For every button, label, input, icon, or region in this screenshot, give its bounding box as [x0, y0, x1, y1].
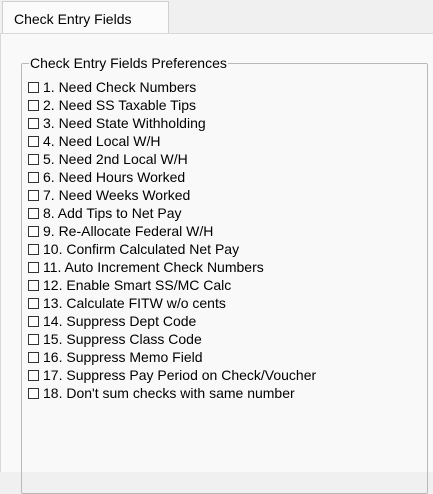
preference-item[interactable]: 7. Need Weeks Worked — [28, 186, 316, 204]
preferences-list: 1. Need Check Numbers 2. Need SS Taxable … — [28, 78, 316, 402]
preferences-group: Check Entry Fields Preferences 1. Need C… — [21, 54, 428, 494]
preference-label[interactable]: 8. Add Tips to Net Pay — [43, 204, 182, 222]
preference-item[interactable]: 6. Need Hours Worked — [28, 168, 316, 186]
preference-item[interactable]: 13. Calculate FITW w/o cents — [28, 294, 316, 312]
preference-checkbox[interactable] — [28, 297, 39, 309]
preference-checkbox[interactable] — [28, 279, 39, 291]
preference-label[interactable]: 13. Calculate FITW w/o cents — [43, 294, 226, 312]
preference-checkbox[interactable] — [28, 153, 39, 165]
preference-item[interactable]: 3. Need State Withholding — [28, 114, 316, 132]
preference-item[interactable]: 16. Suppress Memo Field — [28, 348, 316, 366]
preference-label[interactable]: 1. Need Check Numbers — [43, 78, 196, 96]
preference-label[interactable]: 15. Suppress Class Code — [43, 330, 202, 348]
preference-item[interactable]: 12. Enable Smart SS/MC Calc — [28, 276, 316, 294]
preference-item[interactable]: 14. Suppress Dept Code — [28, 312, 316, 330]
preference-checkbox[interactable] — [28, 117, 39, 129]
preference-item[interactable]: 1. Need Check Numbers — [28, 78, 316, 96]
preference-checkbox[interactable] — [28, 207, 39, 219]
preference-item[interactable]: 2. Need SS Taxable Tips — [28, 96, 316, 114]
preference-checkbox[interactable] — [28, 81, 39, 93]
preference-checkbox[interactable] — [28, 369, 39, 381]
preference-label[interactable]: 17. Suppress Pay Period on Check/Voucher — [43, 366, 316, 384]
preference-label[interactable]: 16. Suppress Memo Field — [43, 348, 203, 366]
preference-label[interactable]: 14. Suppress Dept Code — [43, 312, 196, 330]
preference-label[interactable]: 9. Re-Allocate Federal W/H — [43, 222, 213, 240]
preference-checkbox[interactable] — [28, 315, 39, 327]
preference-item[interactable]: 18. Don't sum checks with same number — [28, 384, 316, 402]
preference-item[interactable]: 15. Suppress Class Code — [28, 330, 316, 348]
preference-label[interactable]: 5. Need 2nd Local W/H — [43, 150, 188, 168]
preference-checkbox[interactable] — [28, 387, 39, 399]
preference-label[interactable]: 4. Need Local W/H — [43, 132, 161, 150]
preference-label[interactable]: 11. Auto Increment Check Numbers — [43, 258, 264, 276]
preference-label[interactable]: 2. Need SS Taxable Tips — [43, 96, 196, 114]
preference-item[interactable]: 8. Add Tips to Net Pay — [28, 204, 316, 222]
preference-checkbox[interactable] — [28, 225, 39, 237]
preference-label[interactable]: 6. Need Hours Worked — [43, 168, 185, 186]
preference-item[interactable]: 9. Re-Allocate Federal W/H — [28, 222, 316, 240]
preference-item[interactable]: 17. Suppress Pay Period on Check/Voucher — [28, 366, 316, 384]
preference-checkbox[interactable] — [28, 135, 39, 147]
preference-checkbox[interactable] — [28, 261, 39, 273]
group-title: Check Entry Fields Preferences — [29, 54, 228, 72]
preference-checkbox[interactable] — [28, 99, 39, 111]
preference-item[interactable]: 5. Need 2nd Local W/H — [28, 150, 316, 168]
preference-label[interactable]: 18. Don't sum checks with same number — [43, 384, 295, 402]
tab-check-entry-fields[interactable]: Check Entry Fields — [2, 1, 169, 34]
preference-label[interactable]: 7. Need Weeks Worked — [43, 186, 190, 204]
preference-item[interactable]: 11. Auto Increment Check Numbers — [28, 258, 316, 276]
preference-checkbox[interactable] — [28, 189, 39, 201]
tab-strip: Check Entry Fields — [0, 0, 433, 34]
preference-label[interactable]: 10. Confirm Calculated Net Pay — [43, 240, 239, 258]
preference-checkbox[interactable] — [28, 171, 39, 183]
preference-checkbox[interactable] — [28, 351, 39, 363]
preference-item[interactable]: 4. Need Local W/H — [28, 132, 316, 150]
preference-label[interactable]: 12. Enable Smart SS/MC Calc — [43, 276, 231, 294]
preference-checkbox[interactable] — [28, 243, 39, 255]
preference-item[interactable]: 10. Confirm Calculated Net Pay — [28, 240, 316, 258]
preference-checkbox[interactable] — [28, 333, 39, 345]
preference-label[interactable]: 3. Need State Withholding — [43, 114, 206, 132]
tab-panel: Check Entry Fields Preferences 1. Need C… — [0, 33, 433, 494]
